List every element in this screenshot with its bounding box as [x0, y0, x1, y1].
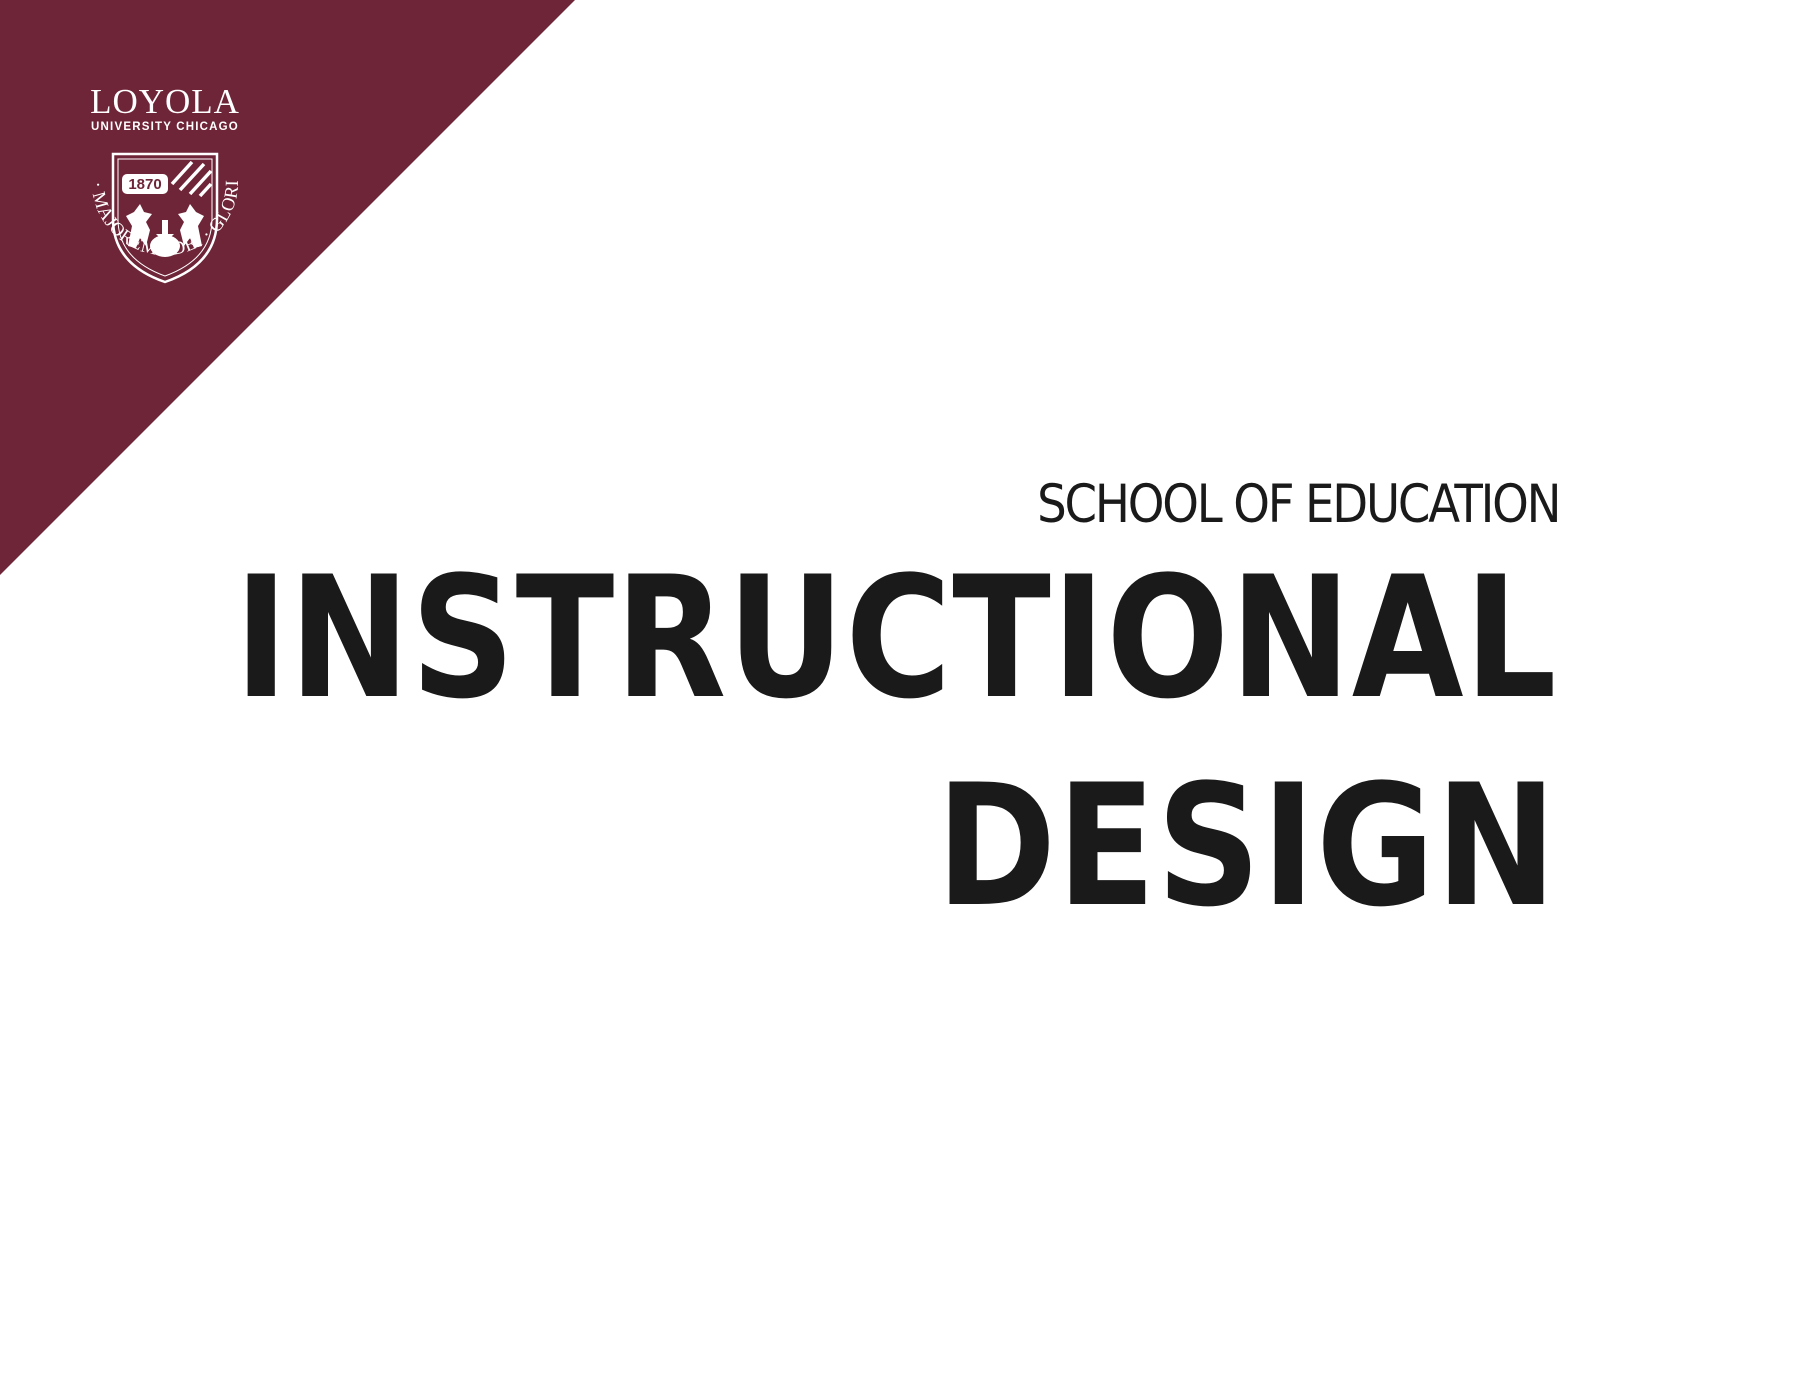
program-title-line-2: DESIGN: [935, 747, 1557, 944]
school-name: SCHOOL OF EDUCATION: [1036, 474, 1561, 535]
logo-wordmark: LOYOLA: [90, 82, 240, 121]
program-title-line-1: INSTRUCTIONAL: [233, 540, 1557, 736]
heading-block: SCHOOL OF EDUCATION INSTRUCTIONAL DESIGN: [19, 474, 1561, 944]
university-seal-icon: AD · MAJOREM · DEI · GLORIAM 1870: [80, 134, 243, 284]
seal-year: 1870: [128, 176, 161, 193]
logo-subline: UNIVERSITY CHICAGO: [91, 121, 239, 133]
university-logo: LOYOLA UNIVERSITY CHICAGO AD · MAJOREM ·…: [80, 84, 250, 304]
